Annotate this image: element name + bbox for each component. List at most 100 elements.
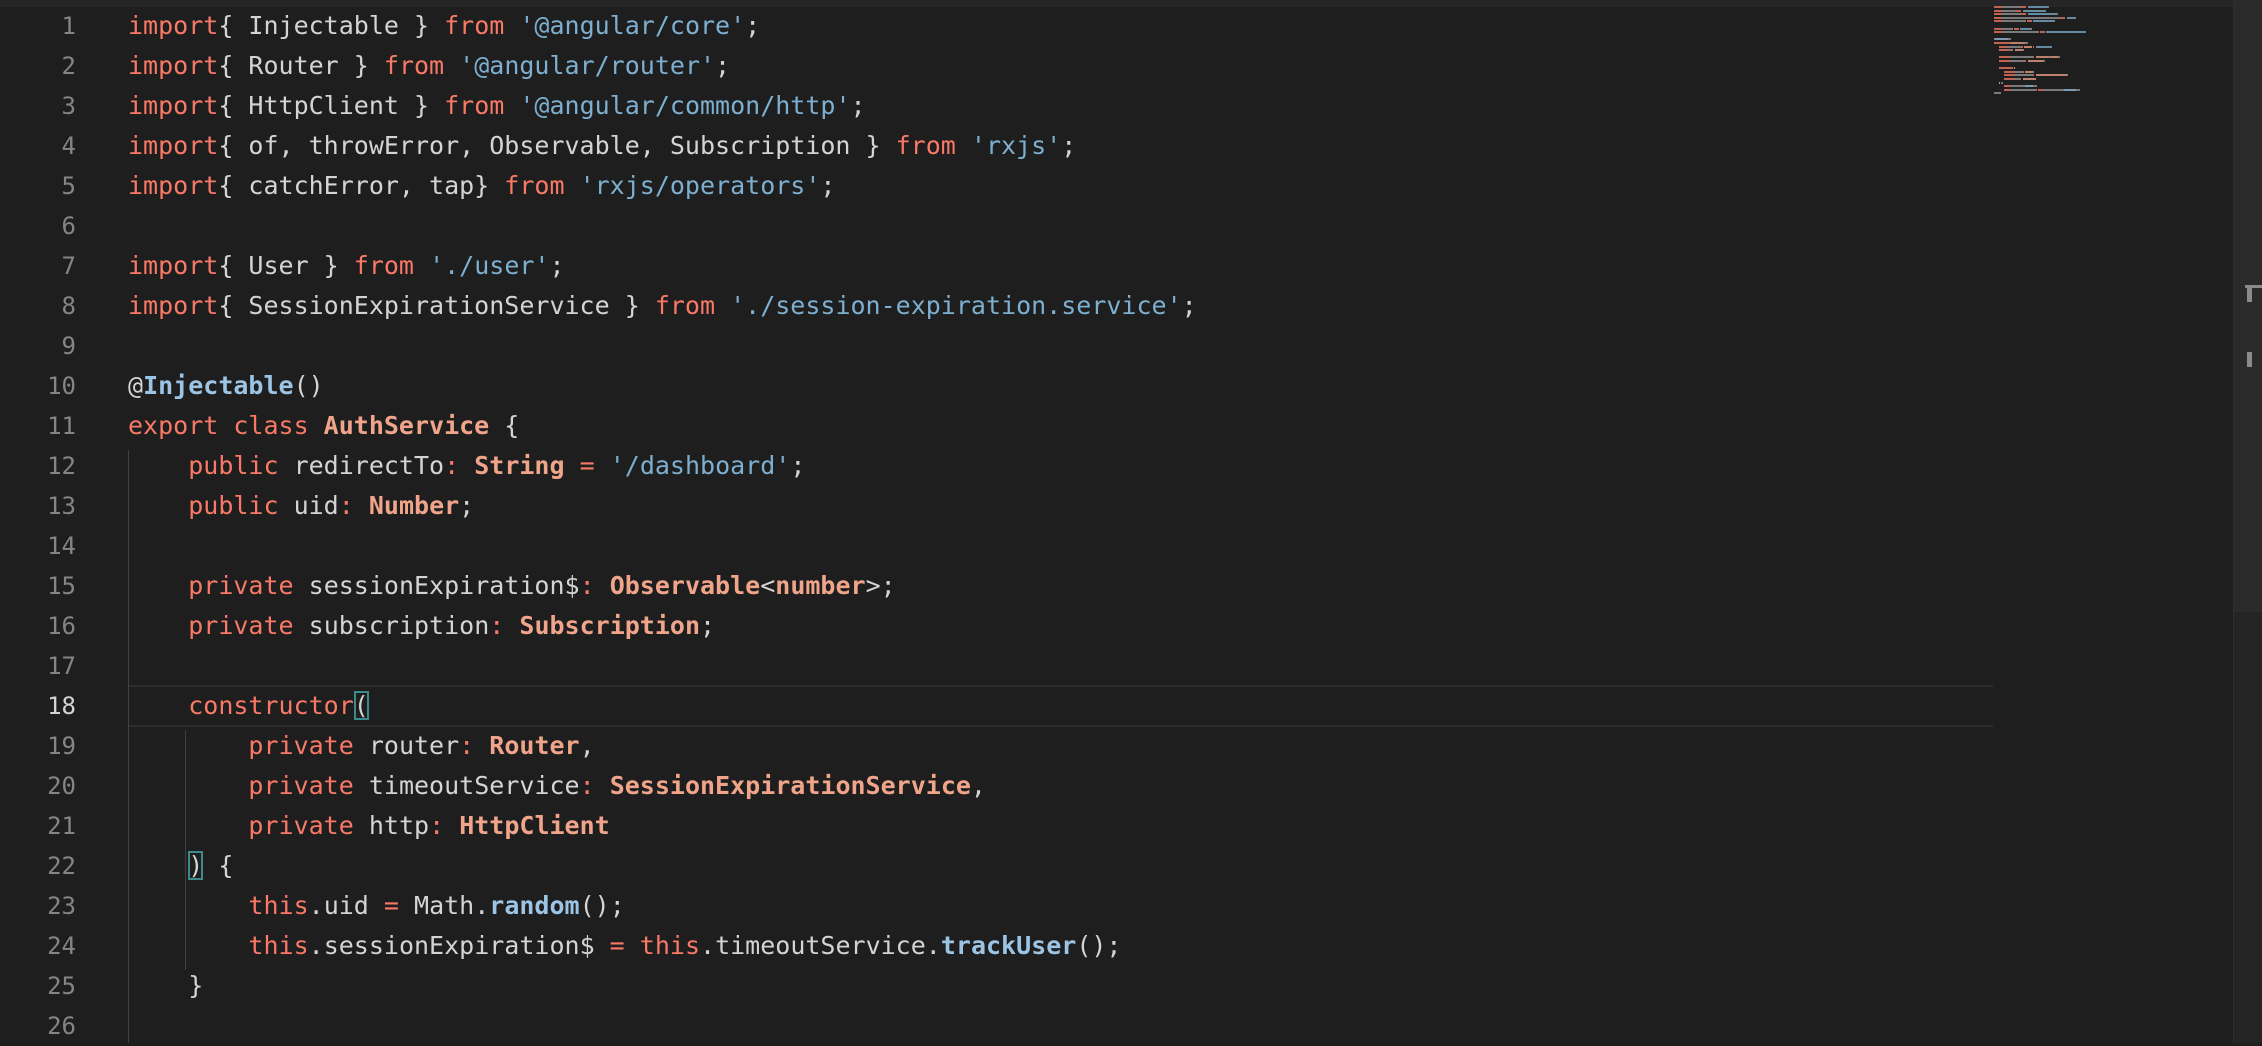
code-token: { User } bbox=[218, 251, 354, 280]
code-token: timeoutService bbox=[368, 771, 580, 800]
code-token: Subscription bbox=[519, 611, 701, 640]
code-line[interactable]: this.uid = Math.random(); bbox=[128, 886, 625, 926]
minimap-token bbox=[2001, 20, 2027, 23]
code-editor[interactable]: 1 2 3 4 5 6 7 8 9 10 11 12 13 14 15 16 17 18 19 20 21 22 23 24 2… bbox=[0, 0, 2262, 1043]
code-area[interactable]: import{ Injectable } from '@angular/core… bbox=[128, 0, 1993, 1043]
minimap-token bbox=[1995, 38, 2009, 41]
minimap-token bbox=[2035, 74, 2067, 77]
scrollbar-cursor-marker bbox=[2247, 288, 2252, 302]
code-line[interactable]: export class AuthService { bbox=[128, 406, 519, 446]
minimap-token bbox=[2022, 78, 2036, 80]
code-line[interactable]: import{ of, throwError, Observable, Subs… bbox=[128, 126, 1076, 166]
code-token: (); bbox=[579, 891, 625, 920]
minimap-token bbox=[2014, 70, 2023, 73]
code-line[interactable]: private http: HttpClient bbox=[128, 806, 610, 846]
code-token: HttpClient bbox=[459, 811, 610, 840]
code-token: import bbox=[128, 251, 219, 280]
scrollbar-match-marker bbox=[2247, 352, 2252, 367]
code-token: private bbox=[248, 731, 369, 760]
line-number: 25 bbox=[47, 972, 76, 1000]
code-token: uid bbox=[293, 491, 339, 520]
minimap-token bbox=[2022, 9, 2045, 12]
code-token: String bbox=[474, 451, 565, 480]
minimap-token bbox=[2025, 42, 2028, 44]
code-line[interactable]: @Injectable() bbox=[128, 366, 324, 406]
code-line[interactable]: ) { bbox=[128, 846, 233, 886]
line-number: 23 bbox=[47, 892, 76, 920]
code-token: ; bbox=[745, 11, 761, 40]
minimap-token bbox=[1999, 49, 2009, 52]
code-token: router bbox=[368, 731, 460, 760]
code-token: import bbox=[128, 11, 219, 40]
code-token: public bbox=[188, 451, 294, 480]
minimap-token bbox=[1994, 13, 2002, 16]
line-number: 19 bbox=[47, 732, 76, 760]
code-token: ; bbox=[549, 251, 565, 280]
code-token: Number bbox=[368, 491, 460, 520]
minimap-token bbox=[2004, 74, 2015, 77]
minimap[interactable] bbox=[1990, 0, 2232, 260]
code-line[interactable]: import{ HttpClient } from '@angular/comm… bbox=[128, 86, 866, 126]
code-token: subscription bbox=[308, 611, 490, 640]
code-line[interactable]: import{ catchError, tap} from 'rxjs/oper… bbox=[128, 166, 835, 206]
code-token: ; bbox=[850, 91, 866, 120]
code-line[interactable]: private timeoutService: SessionExpiratio… bbox=[128, 766, 986, 806]
code-token: ; bbox=[700, 611, 716, 640]
line-number: 22 bbox=[47, 852, 76, 880]
minimap-token bbox=[2001, 13, 2022, 16]
minimap-token bbox=[2025, 70, 2033, 73]
line-number: 14 bbox=[47, 532, 76, 560]
minimap-token bbox=[2066, 16, 2075, 19]
code-token: { HttpClient } bbox=[218, 91, 445, 120]
code-line[interactable]: import{ Router } from '@angular/router'; bbox=[128, 46, 730, 86]
code-token: public bbox=[188, 491, 294, 520]
line-number: 5 bbox=[61, 172, 76, 200]
minimap-token bbox=[2001, 16, 2061, 19]
line-number: 24 bbox=[47, 932, 76, 960]
code-token: private bbox=[188, 571, 309, 600]
line-number: 26 bbox=[47, 1012, 76, 1040]
line-number: 7 bbox=[61, 252, 76, 280]
code-line[interactable]: } bbox=[128, 966, 203, 1006]
vertical-scrollbar[interactable] bbox=[2233, 0, 2262, 1043]
code-line[interactable]: import{ SessionExpirationService } from … bbox=[128, 286, 1197, 326]
line-number: 11 bbox=[47, 412, 76, 440]
minimap-token bbox=[2039, 31, 2045, 34]
code-line[interactable]: constructor( bbox=[128, 686, 369, 726]
code-token: } bbox=[128, 971, 204, 1000]
line-number: 10 bbox=[47, 372, 76, 400]
minimap-token bbox=[2085, 31, 2087, 34]
minimap-token bbox=[2021, 45, 2023, 48]
code-line[interactable]: public uid: Number; bbox=[128, 486, 474, 526]
minimap-token bbox=[2012, 49, 2014, 52]
code-token: () bbox=[293, 371, 324, 400]
code-token: number bbox=[775, 571, 866, 600]
line-number: 6 bbox=[61, 212, 76, 240]
code-line[interactable]: import{ Injectable } from '@angular/core… bbox=[128, 6, 760, 46]
line-number: 16 bbox=[47, 612, 76, 640]
code-line[interactable]: public redirectTo: String = '/dashboard'… bbox=[128, 446, 805, 486]
scrollbar-thumb[interactable] bbox=[2234, 0, 2262, 612]
minimap-token bbox=[1994, 42, 2011, 44]
code-line[interactable]: this.sessionExpiration$ = this.timeoutSe… bbox=[128, 926, 1121, 966]
code-token: .timeoutService. bbox=[700, 931, 941, 960]
code-line[interactable]: private subscription: Subscription; bbox=[128, 606, 715, 646]
code-token: ; bbox=[820, 171, 836, 200]
code-line[interactable]: import{ User } from './user'; bbox=[128, 246, 565, 286]
code-line[interactable]: private sessionExpiration$: Observable<n… bbox=[128, 566, 895, 606]
minimap-token bbox=[2027, 60, 2044, 62]
line-number: 9 bbox=[61, 332, 76, 360]
code-token: : bbox=[444, 451, 460, 480]
code-token: '@angular/common/http' bbox=[519, 91, 851, 120]
code-line[interactable]: private router: Router, bbox=[128, 726, 594, 766]
